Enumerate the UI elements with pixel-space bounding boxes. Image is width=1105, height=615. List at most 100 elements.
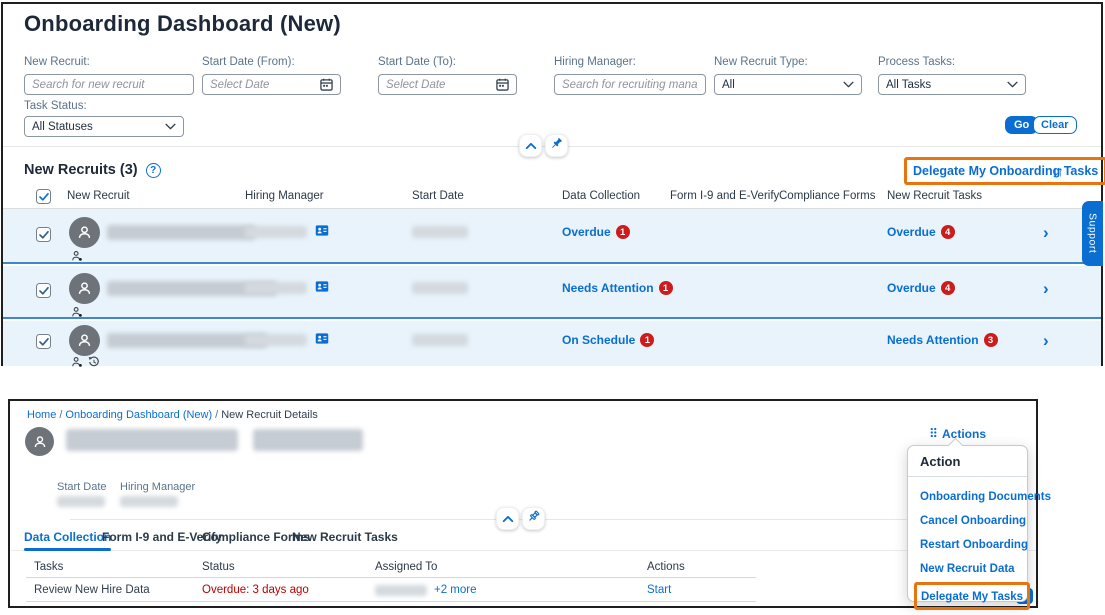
- avatar: [69, 325, 100, 356]
- menu-item-onboarding-documents[interactable]: Onboarding Documents: [908, 491, 1051, 503]
- hiring-manager-redacted: [245, 334, 307, 346]
- start-action-link[interactable]: Start: [647, 584, 671, 596]
- col-hiring-manager: Hiring Manager: [245, 190, 324, 202]
- chevron-up-icon: [525, 137, 537, 155]
- process-tasks-label: Process Tasks:: [878, 56, 956, 68]
- row-chevron-right-icon[interactable]: ›: [1043, 332, 1049, 349]
- pin-filters-button[interactable]: [545, 134, 568, 157]
- breadcrumb: Home / Onboarding Dashboard (New) / New Recr…: [27, 409, 318, 421]
- clear-button[interactable]: Clear: [1033, 116, 1077, 134]
- assigned-more-link[interactable]: +2 more: [434, 584, 477, 596]
- breadcrumb-current: New Recruit Details: [221, 409, 318, 421]
- table-row[interactable]: On Schedule 1 Needs Attention 3 ›: [3, 321, 1101, 367]
- table-row[interactable]: Overdue 1 Overdue 4 ›: [3, 209, 1101, 264]
- new-recruit-type-label: New Recruit Type:: [714, 56, 808, 68]
- row-chevron-right-icon[interactable]: ›: [1043, 224, 1049, 241]
- actions-button[interactable]: Actions: [930, 427, 986, 441]
- pin-icon: [527, 510, 540, 528]
- contact-card-icon[interactable]: [315, 224, 329, 242]
- new-recruit-search-input[interactable]: [32, 78, 186, 91]
- chevron-up-icon: [502, 510, 514, 528]
- recruits-table-header: New Recruit Hiring Manager Start Date Da…: [3, 186, 1101, 209]
- contact-card-icon[interactable]: [315, 332, 329, 350]
- avatar: [69, 217, 100, 248]
- tab-data-collection[interactable]: Data Collection: [24, 530, 112, 551]
- row-chevron-right-icon[interactable]: ›: [1043, 280, 1049, 297]
- select-all-checkbox[interactable]: [36, 189, 51, 204]
- new-recruit-details-panel: Home / Onboarding Dashboard (New) / New Recr…: [8, 399, 1051, 610]
- status-count-badge: 1: [615, 225, 630, 239]
- breadcrumb-dashboard-link[interactable]: Onboarding Dashboard (New): [65, 409, 212, 421]
- menu-item-new-recruit-data[interactable]: New Recruit Data: [908, 563, 1027, 575]
- status-count-badge: 3: [983, 333, 998, 347]
- start-date-from-field[interactable]: Select Date: [202, 74, 341, 95]
- new-recruit-search-field[interactable]: [24, 74, 194, 95]
- start-date-to-field[interactable]: Select Date: [378, 74, 517, 95]
- start-date-redacted: [412, 334, 468, 346]
- actions-menu: Action Onboarding Documents Cancel Onboa…: [907, 437, 1051, 610]
- delegate-my-tasks-highlight-frame: Delegate My Tasks: [914, 582, 1031, 610]
- sort-icon[interactable]: ↓↑: [1052, 163, 1064, 179]
- col-form-i9: Form I-9 and E-Verify: [670, 190, 780, 202]
- pin-header-button[interactable]: [522, 507, 545, 530]
- history-icon: [88, 355, 100, 373]
- delegate-my-onboarding-tasks-link[interactable]: Delegate My Onboarding Tasks: [913, 164, 1098, 178]
- row-checkbox[interactable]: [36, 283, 51, 298]
- breadcrumb-separator: /: [59, 409, 63, 421]
- breadcrumb-home-link[interactable]: Home: [27, 409, 56, 421]
- hiring-manager-redacted: [245, 282, 307, 294]
- col-data-collection: Data Collection: [562, 190, 640, 202]
- status-count-badge: 1: [658, 281, 673, 295]
- hiring-manager-search-input[interactable]: [562, 78, 698, 91]
- status-label: Overdue: [562, 225, 611, 239]
- status-label: Overdue: [887, 225, 936, 239]
- recruits-section-header: New Recruits (3) ?: [24, 162, 161, 178]
- chevron-down-icon: [1007, 81, 1018, 88]
- data-collection-status-link[interactable]: Needs Attention 1: [562, 281, 673, 295]
- new-recruit-tasks-status-link[interactable]: Overdue 4: [887, 281, 955, 295]
- col-start-date: Start Date: [412, 190, 464, 202]
- collapse-filters-button[interactable]: [519, 134, 542, 157]
- hiring-manager-label: Hiring Manager: [120, 481, 196, 493]
- menu-item-cancel-onboarding[interactable]: Cancel Onboarding: [908, 515, 1027, 527]
- task-name: Review New Hire Data: [34, 584, 150, 596]
- start-date-to-label: Start Date (To):: [378, 56, 456, 68]
- chevron-down-icon: [843, 81, 854, 88]
- col-new-recruit: New Recruit: [67, 190, 130, 202]
- menu-item-delegate-my-tasks[interactable]: Delegate My Tasks: [921, 591, 1023, 603]
- page-title: Onboarding Dashboard (New): [24, 11, 341, 36]
- new-recruit-type-value: All: [722, 78, 735, 91]
- new-recruit-tasks-status-link[interactable]: Needs Attention 3: [887, 333, 998, 347]
- table-row[interactable]: Needs Attention 1 Overdue 4 ›: [3, 266, 1101, 319]
- support-tab[interactable]: Support: [1082, 201, 1103, 266]
- help-icon[interactable]: ?: [145, 162, 161, 178]
- task-status-value: All Statuses: [32, 120, 93, 133]
- hiring-manager-search-field[interactable]: [554, 74, 706, 95]
- row-checkbox[interactable]: [36, 334, 51, 349]
- data-collection-status-link[interactable]: Overdue 1: [562, 225, 630, 239]
- col-actions: Actions: [647, 561, 685, 573]
- calendar-icon[interactable]: [496, 78, 509, 91]
- row-checkbox[interactable]: [36, 227, 51, 242]
- menu-item-restart-onboarding[interactable]: Restart Onboarding: [908, 539, 1028, 551]
- actions-menu-header: Action: [908, 446, 1027, 477]
- process-tasks-select[interactable]: All Tasks: [878, 74, 1026, 95]
- contact-card-icon[interactable]: [315, 280, 329, 298]
- table-row-divider: [26, 601, 756, 602]
- new-recruit-tasks-status-link[interactable]: Overdue 4: [887, 225, 955, 239]
- task-status-select[interactable]: All Statuses: [24, 116, 184, 137]
- status-label: Needs Attention: [887, 333, 979, 347]
- collapse-header-button[interactable]: [496, 507, 519, 530]
- status-label: Overdue: [887, 281, 936, 295]
- recruit-name-redacted: [66, 429, 238, 451]
- new-recruit-type-select[interactable]: All: [714, 74, 862, 95]
- start-date-from-placeholder: Select Date: [210, 78, 270, 91]
- calendar-icon[interactable]: [320, 78, 333, 91]
- status-count-badge: 1: [640, 333, 655, 347]
- data-collection-status-link[interactable]: On Schedule 1: [562, 333, 655, 347]
- details-tabbar: Data Collection Form I-9 and E-Verify Co…: [10, 527, 1036, 551]
- status-label: Needs Attention: [562, 281, 654, 295]
- task-status-label: Task Status:: [24, 100, 87, 112]
- tab-new-recruit-tasks[interactable]: New Recruit Tasks: [292, 530, 398, 544]
- new-recruit-label: New Recruit:: [24, 56, 90, 68]
